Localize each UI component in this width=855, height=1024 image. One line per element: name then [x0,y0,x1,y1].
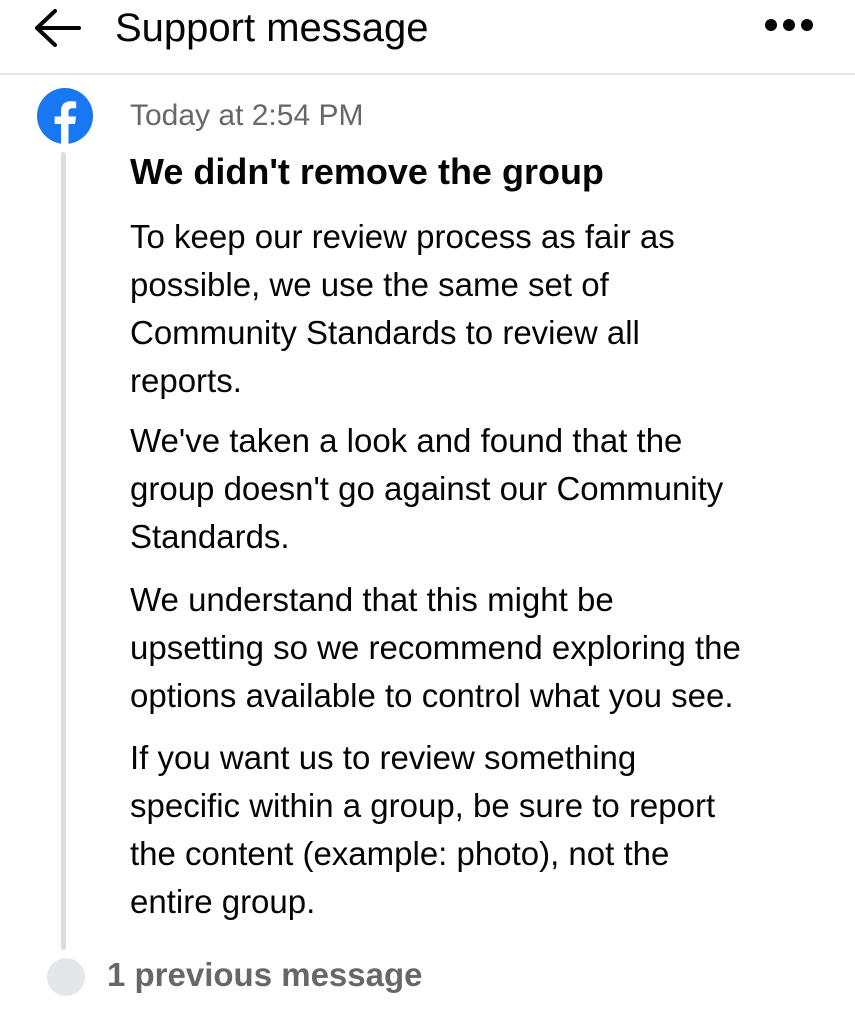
page-title: Support message [115,6,429,50]
paragraph-line: If you want us to review something [130,739,637,776]
paragraph-line: To keep our review process as fair as [130,218,675,255]
paragraph-line: Standards. [130,518,290,555]
paragraph-line: the content (example: photo), not the [130,835,670,872]
paragraph-line: possible, we use the same set of [130,266,609,303]
paragraph-line: Community Standards to review all [130,314,640,351]
paragraph-line: We understand that this might be [130,581,614,618]
more-dot [783,19,795,31]
message-paragraph: To keep our review process as fair as po… [130,213,830,405]
message-paragraph: If you want us to review something speci… [130,734,830,926]
paragraph-line: entire group. [130,883,316,920]
message-timestamp: Today at 2:54 PM [130,99,364,132]
more-horizontal-icon [765,19,777,31]
paragraph-line: We've taken a look and found that the [130,422,683,459]
paragraph-line: options available to control what you se… [130,677,734,714]
message-paragraph: We understand that this might be upsetti… [130,576,830,720]
back-button[interactable] [28,4,84,52]
more-dot [801,19,813,31]
message-paragraph: We've taken a look and found that the gr… [130,417,830,561]
paragraph-line: upsetting so we recommend exploring the [130,629,741,666]
facebook-logo-icon [37,88,93,144]
paragraph-line: group doesn't go against our Community [130,470,724,507]
previous-message-dot [47,958,85,996]
top-bar: Support message [0,0,855,75]
arrow-left-icon [35,9,81,47]
paragraph-line: reports. [130,362,242,399]
thread-line [61,152,66,950]
more-options-button[interactable] [758,8,820,42]
previous-messages-link[interactable]: 1 previous message [107,954,423,996]
paragraph-line: specific within a group, be sure to repo… [130,787,716,824]
message-title: We didn't remove the group [130,151,604,192]
